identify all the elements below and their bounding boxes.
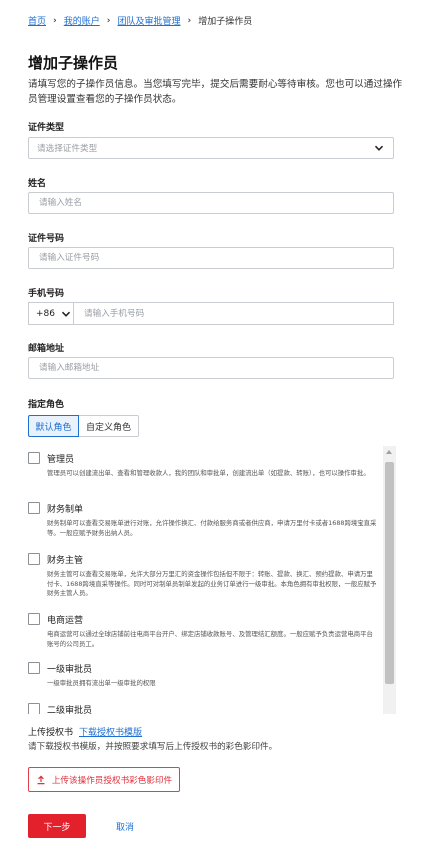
breadcrumb-link-home[interactable]: 首页 (28, 14, 46, 27)
breadcrumb-link-team-approval[interactable]: 团队及审批管理 (117, 14, 180, 27)
role-desc: 电商运营可以通过全球店铺前往电商平台开户、绑定店铺收款账号、及管理结汇额度。一般… (47, 630, 373, 648)
phone-label: 手机号码 (28, 289, 65, 299)
role-title: 二级审批员 (47, 706, 93, 714)
id-number-input[interactable] (37, 252, 385, 264)
role-desc: 财务制单可以查看交易账单进行对账，允许操作换汇、付款给服务商或者供应商，申请万里… (47, 519, 377, 537)
role-checkbox-admin[interactable] (28, 452, 40, 464)
role-desc: 管理员可以创建流出单、查看和管理收款人，我的团队和审批单，创建流出单（如提款、转… (47, 469, 370, 477)
role-checkbox-level1-approver[interactable] (28, 662, 40, 674)
role-list-scrollbar[interactable] (383, 446, 396, 714)
download-template-link[interactable]: 下载授权书模版 (79, 728, 142, 738)
role-checkbox-finance-maker[interactable] (28, 502, 40, 514)
role-checkbox-finance-supervisor[interactable] (28, 553, 40, 565)
role-title: 财务制单 (47, 505, 84, 515)
page-title: 增加子操作员 (28, 54, 119, 72)
upload-icon (37, 775, 45, 784)
tab-custom-role[interactable]: 自定义角色 (79, 415, 139, 437)
role-list: 管理员 管理员可以创建流出单、查看和管理收款人，我的团队和审批单，创建流出单（如… (28, 446, 396, 714)
role-desc: 一级审批员拥有流出单一级审批的权限 (47, 679, 156, 687)
upload-authorization-button[interactable]: 上传该操作员授权书彩色影印件 (28, 767, 180, 792)
name-input[interactable] (37, 197, 385, 209)
country-code-select[interactable]: +86 (28, 302, 73, 325)
role-label: 指定角色 (28, 400, 65, 410)
role-checkbox-ecommerce-ops[interactable] (28, 613, 40, 625)
id-number-field (28, 247, 394, 269)
breadcrumb-link-my-account[interactable]: 我的账户 (64, 14, 100, 27)
chevron-right-icon: › (53, 15, 57, 26)
id-number-label: 证件号码 (28, 234, 65, 244)
country-code-value: +86 (36, 308, 55, 319)
phone-input[interactable] (82, 307, 393, 320)
email-label: 邮箱地址 (28, 344, 65, 354)
id-type-label: 证件类型 (28, 123, 65, 133)
phone-field (73, 302, 394, 325)
role-title: 管理员 (47, 455, 75, 465)
scroll-up-arrow-icon[interactable] (386, 450, 392, 454)
name-field (28, 192, 394, 214)
tab-default-role[interactable]: 默认角色 (28, 415, 79, 437)
email-input[interactable] (37, 362, 385, 374)
role-tabs: 默认角色 自定义角色 (28, 415, 139, 437)
breadcrumb-current: 增加子操作员 (198, 17, 253, 27)
upload-hint: 请下载授权书模版，并按照要求填写后上传授权书的彩色影印件。 (28, 742, 278, 752)
intro-text: 请填写您的子操作员信息。当您填写完毕，提交后需要耐心等待审核。您也可以通过操作员… (28, 79, 403, 105)
upload-label: 上传授权书 (28, 728, 74, 738)
id-type-select[interactable]: 请选择证件类型 (28, 137, 394, 159)
role-title: 一级审批员 (47, 665, 93, 675)
cancel-button[interactable]: 取消 (105, 814, 145, 838)
role-title: 财务主管 (47, 556, 84, 566)
next-button[interactable]: 下一步 (28, 814, 86, 838)
phone-group: +86 (28, 302, 394, 325)
role-title: 电商运营 (47, 616, 84, 626)
scrollbar-thumb[interactable] (385, 462, 394, 684)
role-desc: 财务主管可以查看交易账单，允许大部分万里汇的资金操作包括但不限于：转账、提款、换… (47, 570, 377, 597)
email-field (28, 357, 394, 379)
upload-label-row: 上传授权书 下载授权书模版 (28, 725, 142, 738)
id-type-placeholder: 请选择证件类型 (37, 144, 98, 154)
chevron-down-icon (61, 311, 71, 317)
upload-button-label: 上传该操作员授权书彩色影印件 (51, 775, 173, 786)
role-checkbox-level2-approver[interactable] (28, 703, 40, 714)
breadcrumb: 首页 › 我的账户 › 团队及审批管理 › 增加子操作员 (28, 14, 253, 28)
chevron-down-icon (374, 145, 384, 151)
chevron-right-icon: › (187, 15, 192, 26)
name-label: 姓名 (28, 179, 47, 189)
chevron-right-icon: › (106, 15, 111, 26)
